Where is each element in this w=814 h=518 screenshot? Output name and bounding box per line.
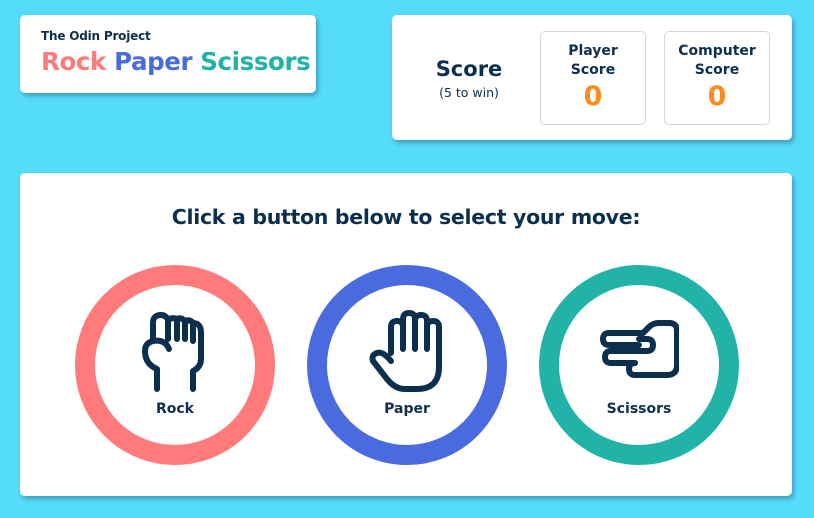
fist-icon (142, 312, 204, 392)
game-title: Rock Paper Scissors (41, 47, 311, 76)
computer-score-label: Computer Score (678, 43, 756, 78)
player-score-value: 0 (583, 81, 603, 112)
title-rock: Rock (41, 47, 106, 76)
title-paper: Paper (114, 47, 193, 76)
scissors-label: Scissors (606, 401, 672, 417)
game-card: Click a button below to select your move… (20, 173, 792, 496)
computer-score-value: 0 (707, 81, 727, 112)
brand-label: The Odin Project (41, 29, 151, 43)
score-card: Score (5 to win) Player Score 0 Computer… (392, 15, 792, 140)
player-score-box: Player Score 0 (540, 31, 646, 125)
paper-button[interactable]: Paper (307, 265, 507, 465)
scissors-button[interactable]: Scissors (539, 265, 739, 465)
computer-score-box: Computer Score 0 (664, 31, 770, 125)
player-score-label: Player Score (568, 43, 618, 78)
title-card: The Odin Project Rock Paper Scissors (20, 15, 316, 93)
scissors-hand-icon (600, 320, 679, 378)
open-hand-icon (369, 310, 442, 392)
rock-button[interactable]: Rock (75, 265, 275, 465)
title-scissors: Scissors (200, 47, 311, 76)
paper-label: Paper (384, 401, 430, 417)
score-heading: Score (435, 57, 503, 81)
move-prompt: Click a button below to select your move… (171, 205, 641, 229)
rock-label: Rock (155, 401, 194, 417)
score-subtitle: (5 to win) (439, 85, 499, 100)
